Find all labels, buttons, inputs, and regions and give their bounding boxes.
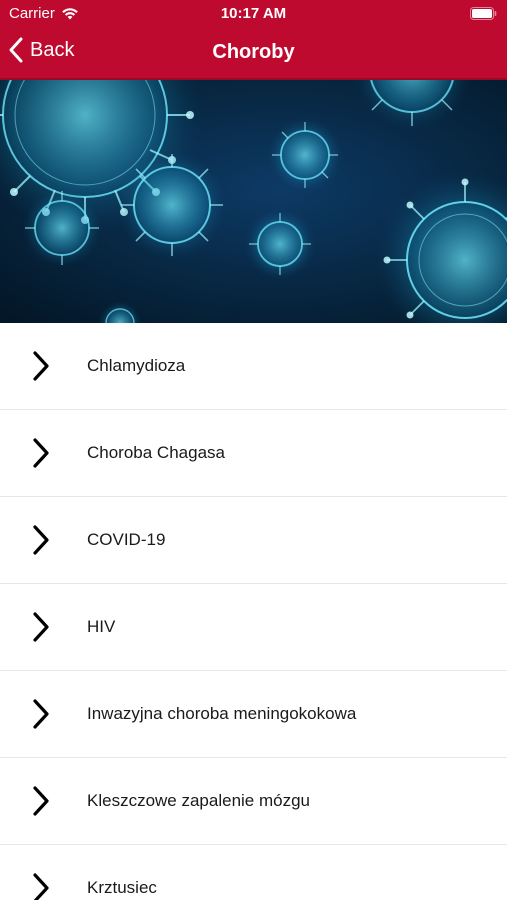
chevron-right-icon (33, 612, 49, 642)
list-item[interactable]: COVID-19 (0, 497, 507, 584)
chevron-right-icon (33, 438, 49, 468)
list-item[interactable]: Inwazyjna choroba meningokokowa (0, 671, 507, 758)
chevron-right-icon (33, 699, 49, 729)
list-item[interactable]: Kleszczowe zapalenie mózgu (0, 758, 507, 845)
list-item-label: Krztusiec (87, 878, 157, 897)
virus-top-right (352, 80, 472, 130)
virus-small-left (22, 188, 102, 268)
list-item-label: Kleszczowe zapalenie mózgu (87, 791, 311, 810)
list-item[interactable]: Choroba Chagasa (0, 410, 507, 497)
chevron-right-icon (33, 786, 49, 816)
battery-icon (470, 7, 497, 20)
virus-tiny-bottom (98, 301, 142, 323)
list-item[interactable]: HIV (0, 584, 507, 671)
status-time: 10:17 AM (220, 5, 287, 22)
virus-image (0, 80, 507, 323)
navigation-bar: Back Choroby (0, 28, 507, 78)
virus-large-right (375, 170, 507, 323)
list-item-label: Choroba Chagasa (87, 443, 225, 462)
list-item-label: HIV (87, 617, 116, 636)
list-item[interactable]: Krztusiec (0, 845, 507, 900)
chevron-right-icon (33, 525, 49, 555)
list-item[interactable]: Chlamydioza (0, 323, 507, 410)
list-item-label: Chlamydioza (87, 356, 186, 375)
list-item-label: COVID-19 (87, 530, 166, 549)
chevron-right-icon (33, 873, 49, 900)
page-title: Choroby (212, 41, 295, 63)
status-bar: Carrier 10:17 AM (0, 0, 507, 28)
screen: Carrier 10:17 AM Back Choroby Chlamydioz… (0, 0, 507, 900)
virus-small-top (267, 117, 343, 193)
disease-list: Chlamydioza Choroba Chagasa COVID-19 HIV Inw… (0, 323, 507, 900)
chevron-right-icon (33, 351, 49, 381)
virus-illustration (0, 80, 507, 323)
top-bar: Carrier 10:17 AM Back Choroby (0, 0, 507, 80)
list-item-label: Inwazyjna choroba meningokokowa (87, 704, 357, 723)
virus-medium-center (117, 150, 227, 260)
virus-small-middle (244, 208, 316, 280)
